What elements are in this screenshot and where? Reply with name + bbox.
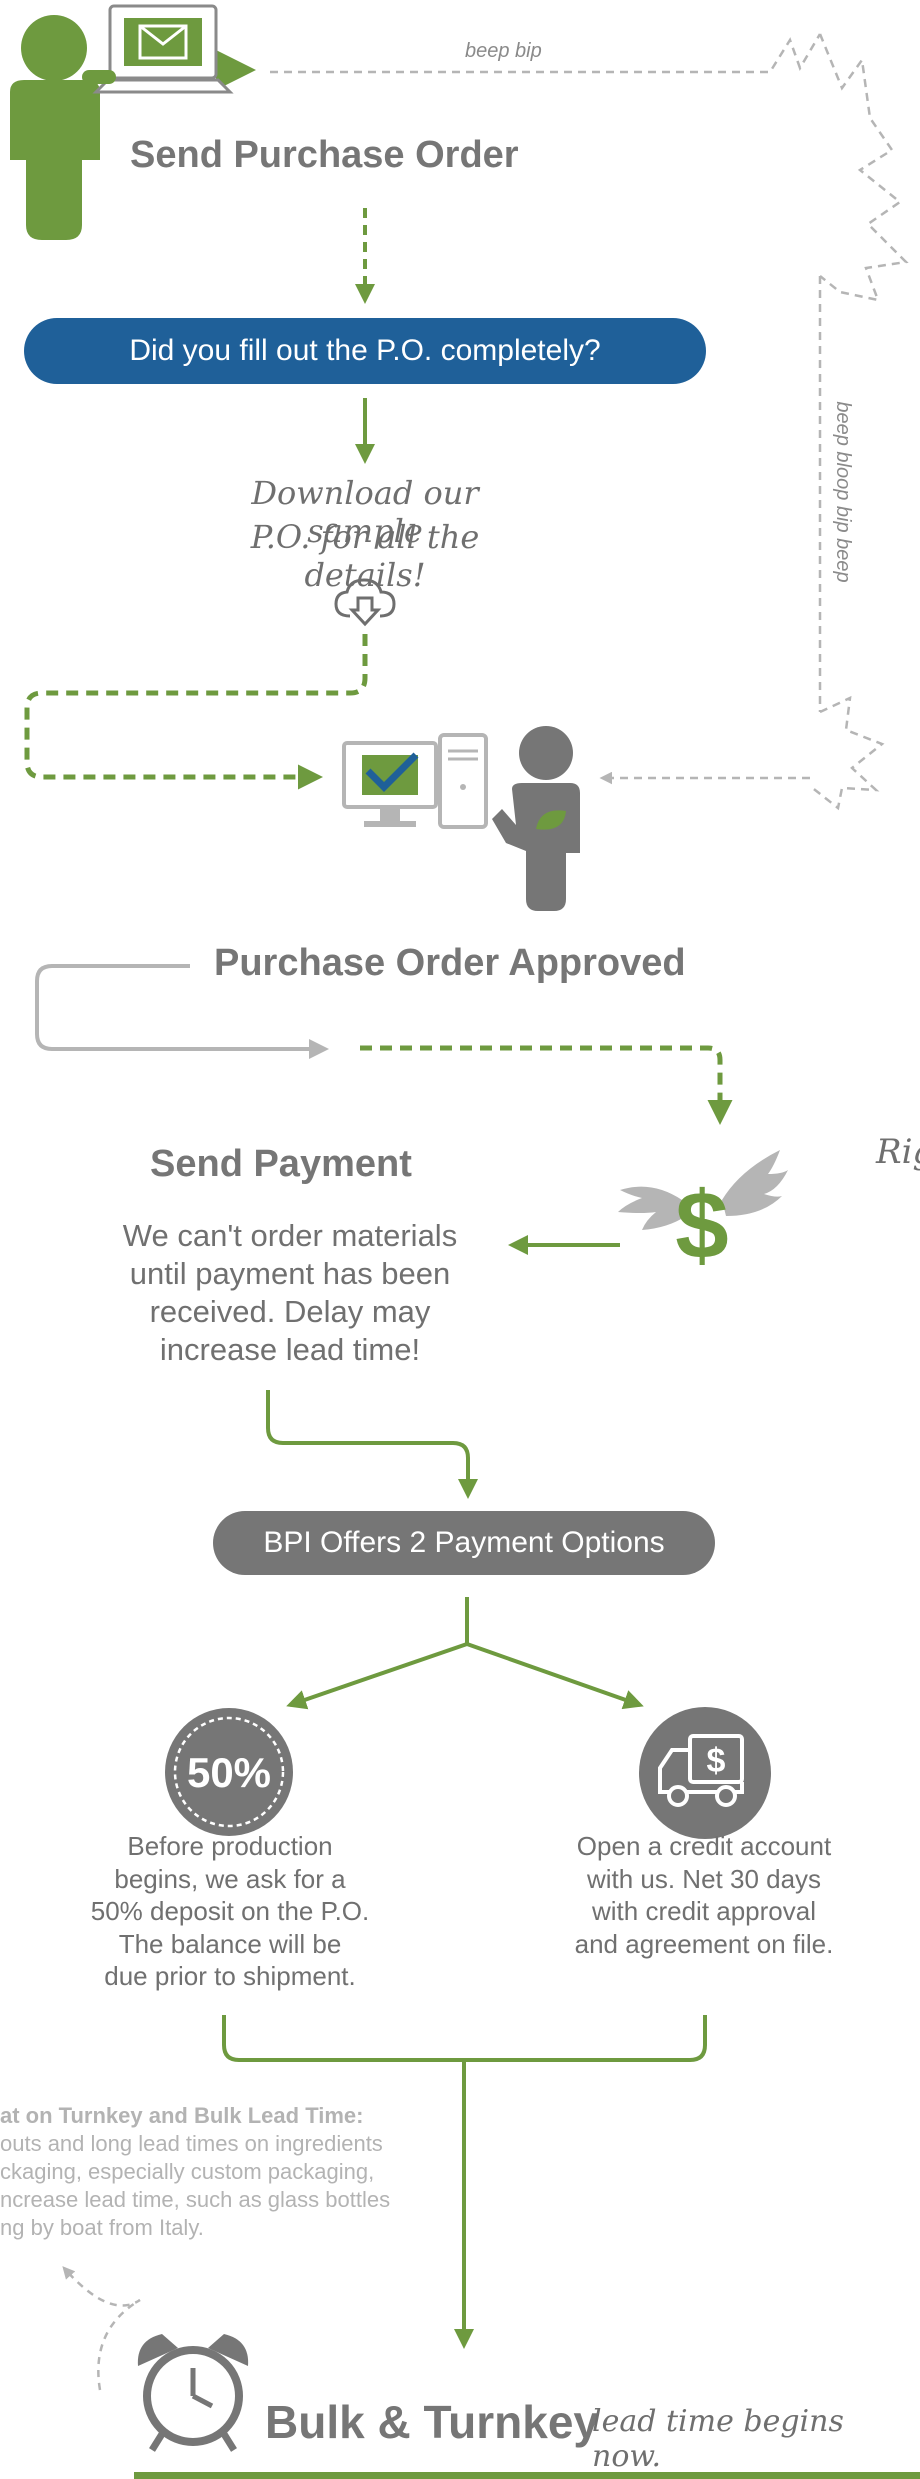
credit-line1: Open a credit account — [576, 1831, 832, 1861]
lead-time-note-line2: ckaging, especially custom packaging, — [0, 2159, 375, 2184]
approver-illustration — [342, 726, 580, 911]
person-body-icon — [10, 80, 100, 240]
person-laptop-illustration — [10, 4, 234, 240]
arrow-to-credit — [466, 1642, 644, 1710]
credit-truck-icon: $ — [639, 1707, 771, 1839]
gray-person-body-icon — [492, 783, 580, 911]
cloud-download-icon[interactable] — [332, 574, 398, 630]
zigzag-burst-top — [818, 33, 909, 302]
arrow-download-to-computer — [24, 634, 368, 790]
po-complete-question: Did you fill out the P.O. completely? — [24, 318, 706, 384]
payment-note-line1: We can't order materials — [122, 1218, 458, 1253]
arrow-to-dollar — [360, 1045, 733, 1125]
send-payment-title: Send Payment — [150, 1143, 412, 1185]
payment-options-header: BPI Offers 2 Payment Options — [213, 1511, 715, 1575]
payment-note-line2: until payment has been — [129, 1256, 451, 1291]
gray-person-head-icon — [519, 726, 573, 780]
beep-bip-label: beep bip — [465, 40, 542, 62]
arrow-payment-to-options — [266, 1390, 478, 1499]
dollar-symbol: $ — [675, 1172, 728, 1270]
send-po-title: Send Purchase Order — [130, 134, 519, 176]
truck-dollar-symbol: $ — [707, 1742, 726, 1780]
person-head-icon — [21, 15, 87, 81]
right-wing-icon — [722, 1150, 788, 1216]
final-title: Bulk & Turnkey — [265, 2396, 599, 2448]
alarm-clock-icon — [137, 2334, 249, 2452]
credit-line2: with us. Net 30 days — [586, 1863, 822, 1894]
laptop-base-icon — [92, 78, 234, 94]
lead-time-note-line1: outs and long lead times on ingredients — [0, 2131, 383, 2156]
lead-time-note-line3: ncrease lead time, such as glass bottles — [0, 2187, 391, 2212]
deposit-line3: 50% deposit on the P.O. — [90, 1896, 370, 1926]
payment-note-line4: increase lead time! — [159, 1332, 421, 1367]
beep-bloop-label: beep bloop bip beep — [832, 401, 854, 583]
payment-note-line3: received. Delay may — [149, 1294, 431, 1329]
options-merge-bracket — [222, 2015, 707, 2062]
deposit-badge-icon: 50% — [165, 1708, 293, 1836]
winged-dollar-icon: $ — [618, 1150, 788, 1270]
deposit-line1: Before production — [127, 1831, 333, 1861]
credit-line4: and agreement on file. — [574, 1928, 834, 1959]
right-cut-text: Rig — [876, 1132, 920, 1172]
po-approved-title: Purchase Order Approved — [214, 942, 686, 984]
beep-signal-line — [270, 33, 822, 74]
deposit-line5: due prior to shipment. — [104, 1961, 356, 1991]
deposit-line4: The balance will be — [118, 1928, 342, 1959]
credit-line3: with credit approval — [592, 1896, 816, 1926]
lead-time-note-line4: ng by boat from Italy. — [0, 2215, 204, 2240]
arrow-to-deposit — [286, 1642, 468, 1710]
deposit-description: Before production begins, we ask for a 5… — [60, 1830, 400, 1993]
lead-time-note: at on Turnkey and Bulk Lead Time: outs a… — [0, 2102, 390, 2242]
deposit-line2: begins, we ask for a — [114, 1863, 346, 1894]
note-pointer — [62, 2266, 141, 2391]
tower-icon — [438, 733, 488, 829]
credit-description: Open a credit account with us. Net 30 da… — [532, 1830, 876, 1960]
lead-time-note-title: at on Turnkey and Bulk Lead Time: — [0, 2103, 364, 2128]
zigzag-burst-bottom — [809, 695, 885, 811]
deposit-percent-label: 50% — [187, 1749, 271, 1796]
final-tagline: lead time begins now. — [592, 2404, 844, 2474]
payment-note: We can't order materials until payment h… — [100, 1217, 480, 1369]
